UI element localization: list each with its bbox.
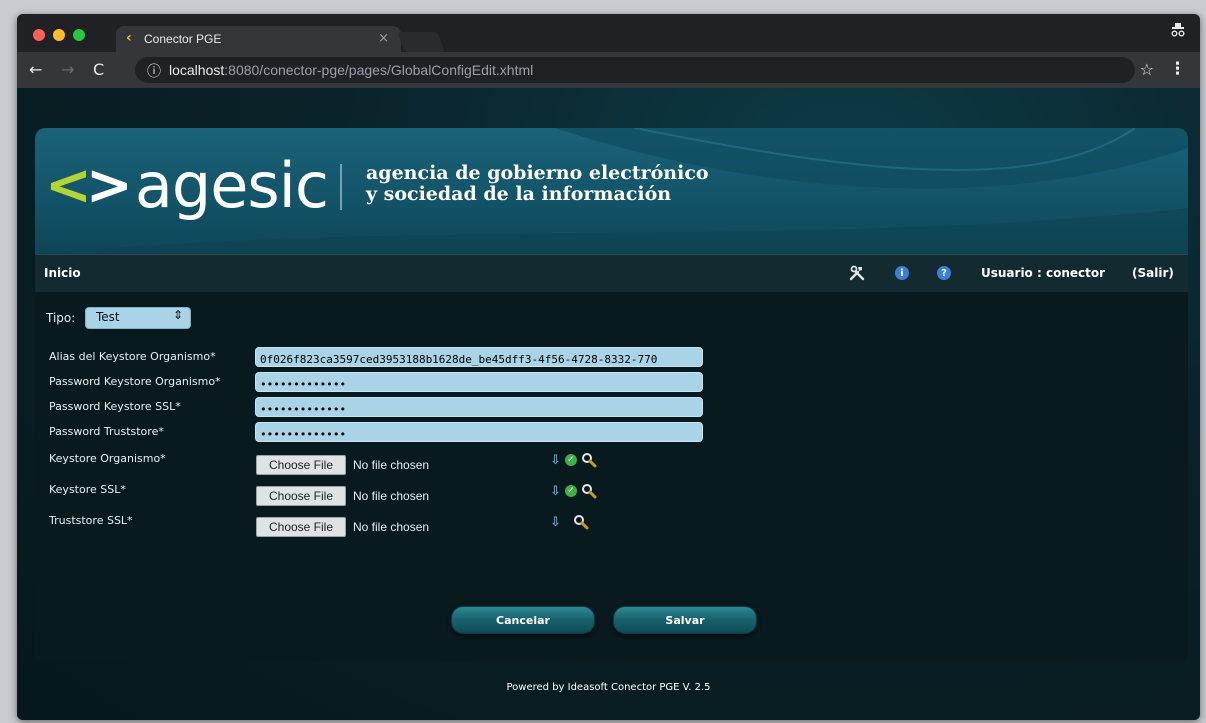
check-icon: ✓ — [564, 454, 577, 466]
maximize-window-button[interactable] — [73, 29, 85, 41]
user-label: Usuario : conector — [981, 266, 1106, 280]
main-panel: < > agesic agencia de gobierno electróni… — [35, 128, 1188, 662]
powered-by-footer: Powered by Ideasoft Conector PGE V. 2.5 — [506, 682, 711, 693]
check-icon: ✓ — [564, 485, 577, 497]
info-icon[interactable]: ⓘ — [147, 61, 161, 81]
select-arrows-icon: ⇕ — [172, 308, 183, 322]
password-keystore-organismo-label: Password Keystore Organismo* — [49, 375, 221, 388]
nav-inicio-link[interactable]: Inicio — [44, 266, 81, 280]
tipo-select[interactable]: Test ⇕ — [85, 307, 191, 329]
keystore-organismo-choose-file-button[interactable]: Choose File — [256, 455, 346, 475]
logo-divider — [340, 164, 342, 210]
truststore-ssl-file-status: No file chosen — [353, 520, 430, 534]
close-window-button[interactable] — [33, 29, 45, 41]
password-truststore-label: Password Truststore* — [49, 425, 164, 438]
password-truststore-input[interactable] — [255, 422, 703, 442]
keystore-organismo-file-status: No file chosen — [353, 458, 430, 472]
header-banner: < > agesic agencia de gobierno electróni… — [35, 128, 1188, 254]
forward-icon[interactable]: → — [61, 60, 74, 79]
reload-icon[interactable]: C — [93, 60, 104, 79]
keystore-ssl-label: Keystore SSL* — [49, 483, 126, 496]
cancel-button[interactable]: Cancelar — [451, 606, 595, 634]
browser-menu-icon[interactable]: ⋮ — [1169, 59, 1186, 79]
save-button[interactable]: Salvar — [613, 606, 757, 634]
help-icon[interactable]: ? — [935, 264, 953, 282]
alias-keystore-label: Alias del Keystore Organismo* — [49, 350, 216, 363]
truststore-ssl-choose-file-button[interactable]: Choose File — [256, 517, 346, 537]
info-icon[interactable]: i — [893, 264, 911, 282]
password-keystore-ssl-input[interactable] — [255, 397, 703, 417]
password-keystore-organismo-input[interactable] — [255, 372, 703, 392]
tab-close-icon[interactable]: × — [378, 31, 389, 46]
incognito-icon — [1170, 22, 1186, 42]
browser-toolbar: ← → C ⓘ localhost:8080/conector-pge/page… — [17, 52, 1200, 88]
agesic-logo: < > agesic — [45, 149, 329, 222]
tipo-label: Tipo: — [46, 311, 76, 325]
keystore-ssl-choose-file-button[interactable]: Choose File — [256, 486, 346, 506]
search-icon[interactable] — [581, 483, 597, 499]
url-text[interactable]: localhost:8080/conector-pge/pages/Global… — [169, 62, 533, 78]
download-icon[interactable]: ⇩ — [550, 485, 561, 498]
keystore-ssl-file-status: No file chosen — [353, 489, 430, 503]
agency-tagline: agencia de gobierno electrónico y socied… — [366, 162, 709, 205]
alias-keystore-input[interactable] — [255, 347, 703, 367]
new-tab-button[interactable] — [397, 32, 445, 52]
browser-window: ‹ Conector PGE × ← → C ⓘ localhost:8080/… — [17, 14, 1200, 720]
search-icon[interactable] — [581, 452, 597, 468]
minimize-window-button[interactable] — [53, 29, 65, 41]
favicon-icon: ‹ — [126, 30, 132, 46]
tab-strip: ‹ Conector PGE × — [17, 14, 1200, 52]
tools-icon[interactable] — [848, 264, 866, 282]
global-config-form: Tipo: Test ⇕ Alias del Keystore Organism… — [35, 292, 1188, 662]
search-icon[interactable] — [573, 514, 589, 530]
logout-link[interactable]: (Salir) — [1132, 266, 1174, 280]
address-bar[interactable]: ⓘ localhost:8080/conector-pge/pages/Glob… — [135, 57, 1135, 83]
password-keystore-ssl-label: Password Keystore SSL* — [49, 400, 181, 413]
nav-bar: Inicio i ? Usuario : conector (Salir) — [35, 254, 1188, 293]
keystore-organismo-label: Keystore Organismo* — [49, 452, 166, 465]
back-icon[interactable]: ← — [29, 60, 42, 79]
bookmark-star-icon[interactable]: ☆ — [1140, 60, 1154, 79]
download-icon[interactable]: ⇩ — [550, 516, 561, 529]
page-content: < > agesic agencia de gobierno electróni… — [17, 88, 1200, 720]
tab-conector-pge[interactable]: ‹ Conector PGE × — [116, 26, 401, 52]
truststore-ssl-label: Truststore SSL* — [49, 514, 133, 527]
tab-title: Conector PGE — [144, 32, 222, 46]
download-icon[interactable]: ⇩ — [550, 454, 561, 467]
